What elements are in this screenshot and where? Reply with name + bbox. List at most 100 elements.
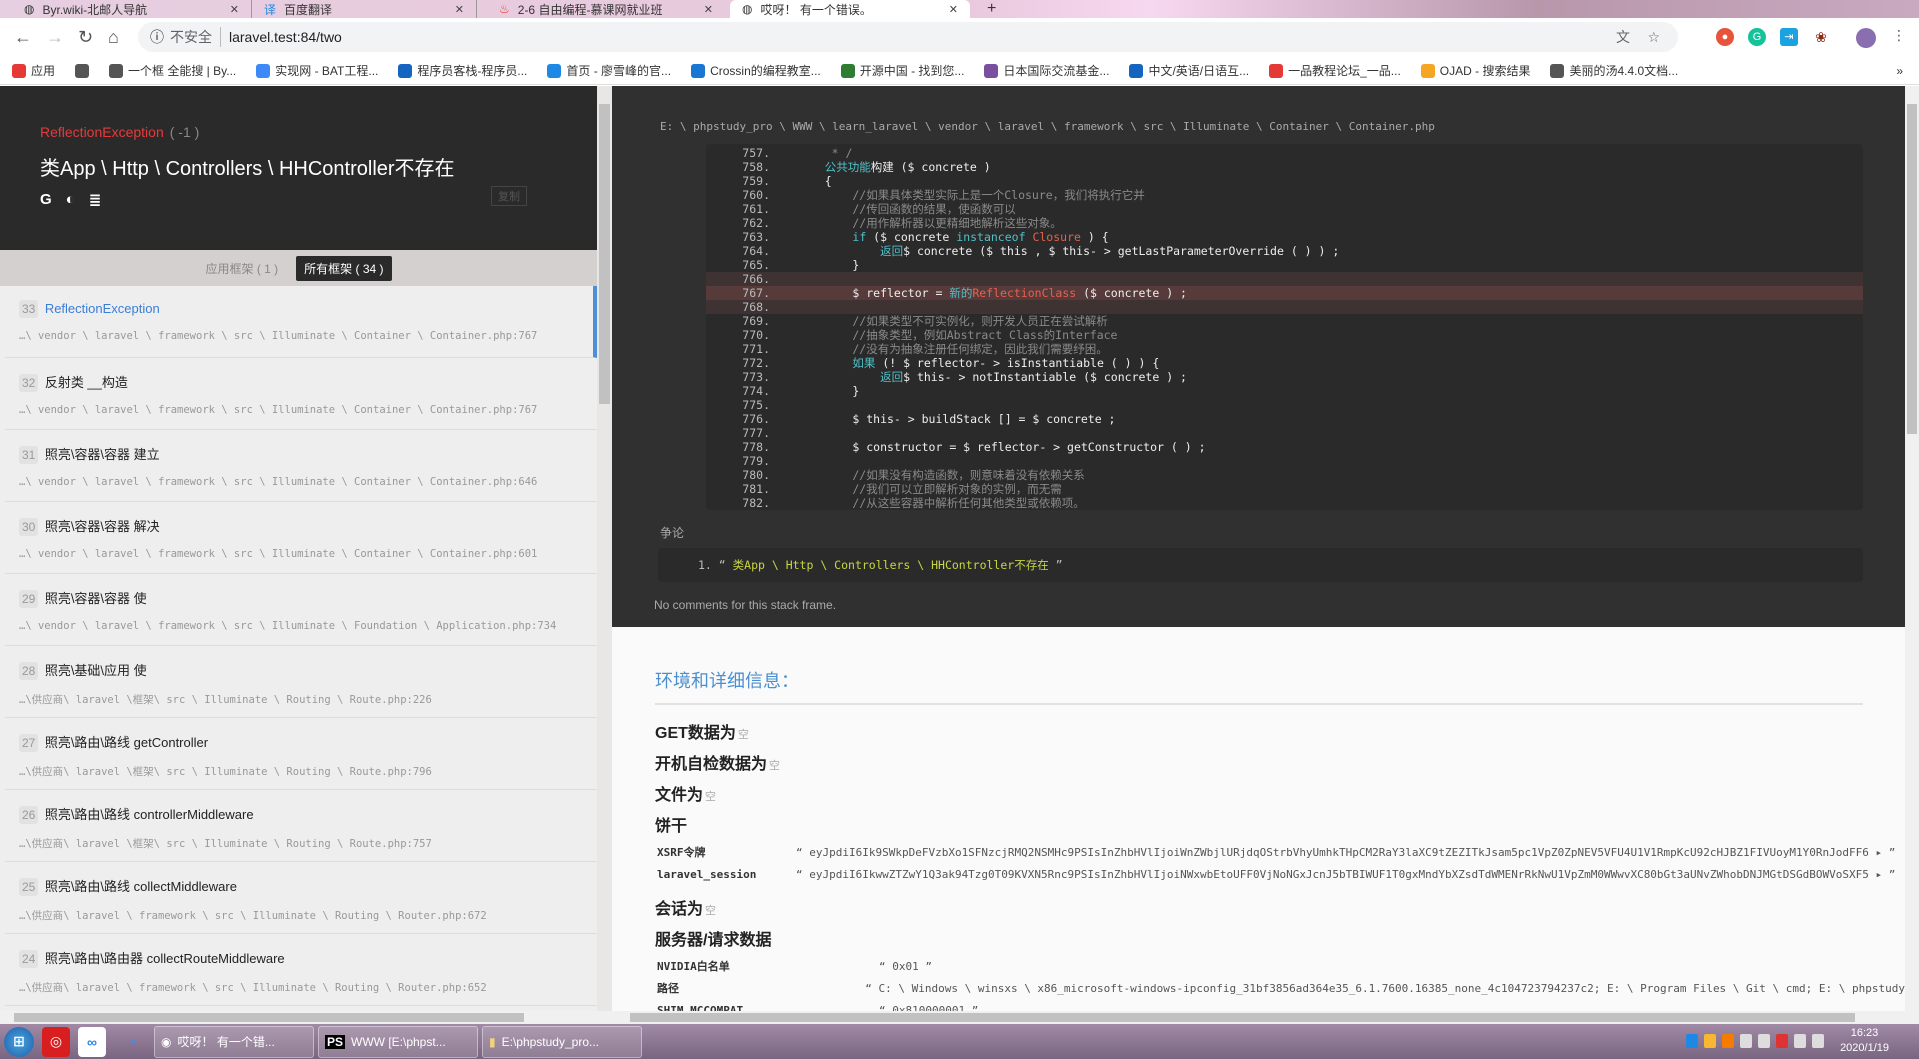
frame-path: …\供应商\ laravel \ framework \ src \ Illum… bbox=[19, 910, 487, 922]
reload-button[interactable]: ↻ bbox=[78, 27, 93, 48]
bookmark-item[interactable]: 实现网 - BAT工程... bbox=[256, 62, 378, 79]
duckduckgo-icon[interactable]: ◐ bbox=[66, 191, 75, 209]
bookmark-item[interactable]: 开源中国 - 找到您... bbox=[840, 62, 964, 79]
bookmark-item[interactable]: OJAD - 搜索结果 bbox=[1420, 62, 1530, 79]
copy-button[interactable]: 复制 bbox=[491, 186, 527, 206]
stack-frame[interactable]: 26 照亮\路由\路线 controllerMiddleware …\供应商\ l… bbox=[5, 790, 597, 862]
taskbar-window-explorer[interactable]: ▮ E:\phpstudy_pro... bbox=[482, 1025, 642, 1058]
close-tab-icon[interactable]: ✕ bbox=[230, 3, 239, 16]
code-line: 766. bbox=[706, 272, 1863, 286]
frame-number: 26 bbox=[19, 806, 39, 824]
new-tab-button[interactable]: + bbox=[975, 0, 1005, 18]
info-icon[interactable]: ⓘ bbox=[150, 27, 164, 47]
code-line: 764. 返回$ concrete ($ this , $ this- > ge… bbox=[706, 244, 1863, 258]
left-scrollbar[interactable] bbox=[597, 86, 612, 1011]
line-number: 771. bbox=[742, 342, 770, 356]
profile-avatar[interactable] bbox=[1856, 28, 1876, 48]
translate-page-icon[interactable]: 文 bbox=[1616, 27, 1630, 47]
code-line: 770. //抽象类型，例如Abstract Class的Interface bbox=[706, 328, 1863, 342]
code-line: 767. $ reflector = 新的ReflectionClass ($ … bbox=[706, 286, 1863, 300]
tab-all-frames[interactable]: 所有框架 ( 34 ) bbox=[296, 255, 392, 281]
stackoverflow-icon[interactable]: ≣ bbox=[89, 191, 102, 209]
bookmarks-overflow-button[interactable]: » bbox=[1896, 64, 1903, 78]
bookmark-star-icon[interactable]: ☆ bbox=[1647, 29, 1660, 46]
stack-frame[interactable]: 32 反射类 __构造 …\ vendor \ laravel \ framewo… bbox=[5, 358, 597, 430]
horizontal-scrollbar[interactable] bbox=[0, 1011, 1919, 1024]
arguments-label: 争论 bbox=[660, 526, 685, 540]
phpstorm-icon: PS bbox=[325, 1034, 346, 1049]
code-line: 762. //用作解析器以更精细地解析这些对象。 bbox=[706, 216, 1863, 230]
line-number: 757. bbox=[742, 146, 770, 160]
close-tab-icon[interactable]: ✕ bbox=[949, 3, 958, 16]
bookmark-icon bbox=[1420, 63, 1435, 78]
line-number: 776. bbox=[742, 412, 770, 426]
close-tab-icon[interactable]: ✕ bbox=[704, 3, 713, 16]
home-button[interactable]: ⌂ bbox=[108, 27, 119, 48]
line-number: 763. bbox=[742, 230, 770, 244]
stack-frame[interactable]: 33 ReflectionException …\ vendor \ larave… bbox=[5, 286, 597, 358]
bookmark-icon bbox=[256, 63, 271, 78]
start-button[interactable]: ⊞ bbox=[4, 1026, 34, 1057]
bookmark-item[interactable]: 一个框 全能搜 | By... bbox=[109, 62, 236, 79]
paw-extension-icon[interactable]: ❀ bbox=[1812, 28, 1830, 46]
location-extension-icon[interactable]: ● bbox=[1716, 28, 1734, 46]
frame-class: 照亮\路由\路由器 collectRouteMiddleware bbox=[44, 951, 285, 966]
netease-music-icon[interactable]: ◎ bbox=[42, 1026, 70, 1057]
globe-icon: ◍ bbox=[742, 2, 753, 16]
frame-number: 31 bbox=[19, 446, 39, 464]
right-scrollbar[interactable] bbox=[1905, 86, 1919, 1011]
bookmark-item[interactable]: 日本国际交流基金... bbox=[984, 62, 1109, 79]
browser-tab[interactable]: 译百度翻译 ✕ bbox=[252, 0, 477, 18]
forward-button[interactable]: → bbox=[46, 27, 64, 48]
tab-application-frames[interactable]: 应用框架 ( 1 ) bbox=[205, 260, 278, 277]
back-button[interactable]: ← bbox=[14, 27, 32, 48]
bookmark-item[interactable]: 中文/英语/日语互... bbox=[1129, 62, 1249, 79]
cookies-heading: 饼干 bbox=[655, 818, 688, 835]
browser-tab-strip: ◍ Byr.wiki-北邮人导航 ✕ 译百度翻译 ✕ ♨ 2-6 自由编程-慕课网就业班 ✕ ◍… bbox=[0, 0, 1919, 18]
bookmark-item[interactable]: 一品教程论坛_一品... bbox=[1269, 62, 1401, 79]
frame-path: …\ vendor \ laravel \ framework \ src \ … bbox=[19, 404, 538, 416]
clock[interactable]: 16:23 2020/1/19 bbox=[1840, 1026, 1889, 1056]
grammarly-icon[interactable]: G bbox=[1748, 28, 1766, 46]
line-number: 768. bbox=[742, 300, 770, 314]
code-line: 759. { bbox=[706, 174, 1863, 188]
bookmark-item[interactable] bbox=[75, 63, 90, 78]
line-number: 774. bbox=[742, 384, 770, 398]
menu-icon[interactable]: ⋮ bbox=[1892, 27, 1906, 44]
frame-path: …\供应商\ laravel \框架\ src \ Illuminate \ R… bbox=[19, 766, 432, 778]
stack-frame[interactable]: 31 照亮\容器\容器 建立 …\ vendor \ laravel \ fram… bbox=[5, 430, 597, 502]
share-extension-icon[interactable]: ⇥ bbox=[1780, 28, 1798, 46]
browser-tab[interactable]: ♨ 2-6 自由编程-慕课网就业班 ✕ bbox=[487, 0, 725, 18]
browser-pin-icon[interactable]: ◔ bbox=[114, 1027, 150, 1057]
code-viewer: 757. * /758. 公共功能构建 ($ concrete ) 759. {7… bbox=[706, 144, 1863, 510]
frame-path: …\ vendor \ laravel \ framework \ src \ … bbox=[19, 476, 538, 488]
taskbar-window-phpstorm[interactable]: PS WWW [E:\phpst... bbox=[318, 1025, 478, 1058]
line-number: 759. bbox=[742, 174, 770, 188]
bookmark-item[interactable]: 美丽的汤4.4.0文档... bbox=[1550, 62, 1678, 79]
browser-tab-active[interactable]: ◍ 哎呀！ 有一个错误。 ✕ bbox=[730, 0, 970, 18]
frame-class: 照亮\路由\路线 collectMiddleware bbox=[44, 879, 237, 894]
bookmark-item[interactable]: 程序员客栈-程序员... bbox=[398, 62, 527, 79]
stack-frame[interactable]: 29 照亮\容器\容器 使 …\ vendor \ laravel \ frame… bbox=[5, 574, 597, 646]
bookmark-item[interactable]: 首页 - 廖雪峰的官... bbox=[547, 62, 671, 79]
stack-frame[interactable]: 30 照亮\容器\容器 解决 …\ vendor \ laravel \ fram… bbox=[5, 502, 597, 574]
google-search-icon[interactable]: G bbox=[40, 191, 52, 209]
bookmark-item[interactable]: Crossin的编程教室... bbox=[691, 62, 821, 79]
code-line: 779. bbox=[706, 454, 1863, 468]
stack-frame[interactable]: 27 照亮\路由\路线 getController …\供应商\ laravel … bbox=[5, 718, 597, 790]
line-number: 779. bbox=[742, 454, 770, 468]
session-heading: 会话为空 bbox=[655, 901, 717, 918]
url-field[interactable]: ⓘ 不安全 laravel.test:84/two 文 ☆ bbox=[138, 22, 1678, 52]
stack-frame[interactable]: 28 照亮\基础\应用 使 …\供应商\ laravel \框架\ src \ I… bbox=[5, 646, 597, 718]
close-tab-icon[interactable]: ✕ bbox=[455, 3, 464, 16]
baidu-netdisk-icon[interactable]: ∞ bbox=[78, 1026, 106, 1057]
taskbar-window-chrome[interactable]: ◉ 哎呀！ 有一个错... bbox=[154, 1025, 314, 1058]
bookmark-icon bbox=[1269, 63, 1284, 78]
bookmark-icon bbox=[547, 63, 562, 78]
frame-path: …\供应商\ laravel \框架\ src \ Illuminate \ R… bbox=[19, 694, 432, 706]
frame-filter-tabs: 应用框架 ( 1 ) 所有框架 ( 34 ) bbox=[0, 250, 597, 286]
bookmark-item[interactable]: 应用 bbox=[12, 62, 55, 79]
stack-frame[interactable]: 25 照亮\路由\路线 collectMiddleware …\供应商\ lara… bbox=[5, 862, 597, 934]
browser-tab[interactable]: ◍ Byr.wiki-北邮人导航 ✕ bbox=[12, 0, 252, 18]
stack-frame[interactable]: 24 照亮\路由\路由器 collectRouteMiddleware …\供应商… bbox=[5, 934, 597, 1006]
